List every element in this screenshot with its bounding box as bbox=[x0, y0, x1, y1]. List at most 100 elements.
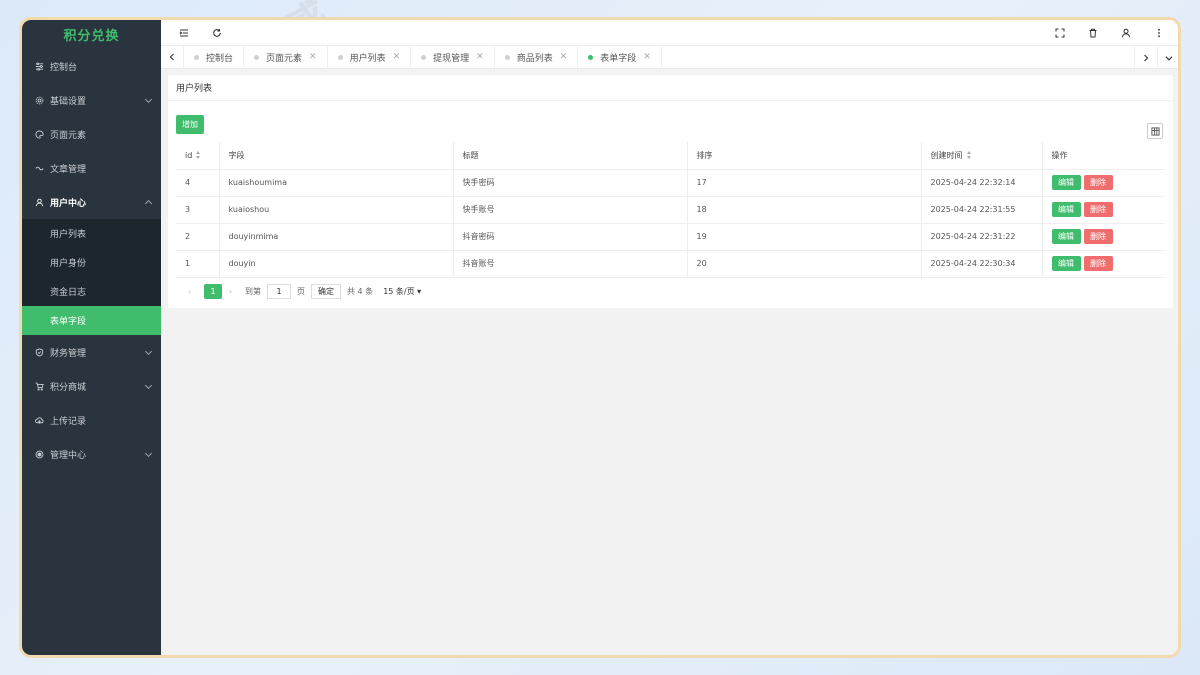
content-area: 用户列表 增加 id 字段 标题 排序 创建时间 操作 4 kuaishoumi… bbox=[161, 69, 1178, 314]
sidebar-item-label: 管理中心 bbox=[50, 450, 87, 461]
prev-page-icon[interactable]: ‹ bbox=[188, 287, 198, 296]
goto-page-input[interactable]: 1 bbox=[267, 283, 291, 299]
tab-dot bbox=[421, 54, 427, 60]
tab-withdrawal[interactable]: 提现管理 ✕ bbox=[411, 45, 495, 69]
edit-button[interactable]: 编辑 bbox=[1051, 202, 1081, 217]
sidebar-subitem-fund-log[interactable]: 资金日志 bbox=[22, 277, 161, 306]
columns-toggle-icon[interactable] bbox=[1147, 123, 1163, 139]
chevron-down-icon: ▾ bbox=[417, 286, 422, 296]
cell-actions: 编辑 删除 bbox=[1042, 223, 1165, 251]
tab-scroll-left-button[interactable] bbox=[161, 45, 184, 69]
sidebar-item-basic-settings[interactable]: 基础设置 bbox=[22, 83, 161, 117]
delete-button[interactable]: 删除 bbox=[1083, 175, 1113, 190]
close-icon[interactable]: ✕ bbox=[643, 52, 651, 62]
gear-icon bbox=[34, 95, 44, 105]
delete-button[interactable]: 删除 bbox=[1083, 256, 1113, 271]
sidebar-item-upload-records[interactable]: 上传记录 bbox=[22, 403, 161, 437]
cell-id: 2 bbox=[176, 223, 220, 251]
tab-label: 用户列表 bbox=[349, 53, 386, 64]
cell-title: 快手账号 bbox=[453, 196, 688, 224]
tab-label: 表单字段 bbox=[600, 53, 637, 64]
page-size-select[interactable]: 15 条/页 ▾ bbox=[383, 286, 421, 297]
sidebar-item-admin-center[interactable]: 管理中心 bbox=[22, 437, 161, 471]
tab-page-elements[interactable]: 页面元素 ✕ bbox=[244, 45, 328, 69]
tab-product-list[interactable]: 商品列表 ✕ bbox=[495, 45, 579, 69]
sidebar-item-label: 文章管理 bbox=[50, 164, 87, 175]
next-page-icon[interactable]: › bbox=[229, 287, 239, 296]
close-icon[interactable]: ✕ bbox=[393, 52, 401, 62]
sidebar-item-label: 用户中心 bbox=[50, 198, 87, 209]
tab-user-list[interactable]: 用户列表 ✕ bbox=[328, 45, 412, 69]
cloud-icon bbox=[34, 415, 44, 425]
shield-icon bbox=[34, 347, 44, 357]
cell-sort: 20 bbox=[687, 250, 922, 278]
refresh-icon[interactable] bbox=[210, 26, 224, 40]
tab-menu-chevron-down-icon[interactable] bbox=[1157, 46, 1178, 69]
fullscreen-icon[interactable] bbox=[1053, 26, 1067, 40]
edit-button[interactable]: 编辑 bbox=[1051, 256, 1081, 271]
cell-created: 2025-04-24 22:31:55 bbox=[921, 196, 1043, 224]
topbar-right-tools bbox=[1053, 26, 1166, 40]
close-icon[interactable]: ✕ bbox=[309, 52, 317, 62]
column-header-id[interactable]: id bbox=[176, 142, 220, 170]
sidebar-item-label: 财务管理 bbox=[50, 348, 87, 359]
tab-dot bbox=[504, 54, 510, 60]
close-icon[interactable]: ✕ bbox=[476, 52, 484, 62]
sidebar-item-label: 页面元素 bbox=[50, 130, 87, 141]
sidebar-subitem-user-identity[interactable]: 用户身份 bbox=[22, 248, 161, 277]
tab-dot bbox=[337, 54, 343, 60]
main-area: 控制台 页面元素 ✕ 用户列表 ✕ 提现管理 ✕ 商品列表 ✕ 表单字段 ✕ 用… bbox=[161, 20, 1178, 655]
card-body: 增加 id 字段 标题 排序 创建时间 操作 4 kuaishoumima 快手… bbox=[168, 101, 1173, 308]
tab-dashboard[interactable]: 控制台 bbox=[184, 45, 245, 69]
sidebar-item-articles[interactable]: 文章管理 bbox=[22, 151, 161, 185]
chevron-down-icon bbox=[144, 347, 153, 356]
sidebar-item-points-mall[interactable]: 积分商城 bbox=[22, 369, 161, 403]
sidebar-item-label: 积分商城 bbox=[50, 382, 87, 393]
more-icon[interactable] bbox=[1152, 26, 1166, 40]
sidebar-subitem-form-fields[interactable]: 表单字段 bbox=[22, 306, 161, 335]
tab-scroll-right-button[interactable] bbox=[1134, 46, 1157, 69]
tab-label: 控制台 bbox=[206, 53, 234, 64]
pagination: ‹ 1 › 到第 1 页 确定 共 4 条 15 条/页 ▾ bbox=[176, 283, 1165, 299]
cell-id: 1 bbox=[176, 250, 220, 278]
goto-prefix: 到第 bbox=[245, 286, 261, 296]
menu-fold-icon[interactable] bbox=[177, 26, 191, 40]
page-number-current[interactable]: 1 bbox=[204, 283, 222, 299]
palette-icon bbox=[34, 129, 44, 139]
delete-button[interactable]: 删除 bbox=[1083, 229, 1113, 244]
close-icon[interactable]: ✕ bbox=[560, 52, 568, 62]
cell-title: 快手密码 bbox=[453, 169, 688, 197]
trash-icon[interactable] bbox=[1086, 26, 1100, 40]
target-icon bbox=[34, 449, 44, 459]
chevron-down-icon bbox=[144, 449, 153, 458]
tab-form-fields[interactable]: 表单字段 ✕ bbox=[578, 45, 662, 69]
sort-icon[interactable] bbox=[966, 151, 972, 160]
edit-button[interactable]: 编辑 bbox=[1051, 175, 1081, 190]
sidebar-item-page-elements[interactable]: 页面元素 bbox=[22, 117, 161, 151]
sort-icon[interactable] bbox=[196, 151, 201, 160]
delete-button[interactable]: 删除 bbox=[1083, 202, 1113, 217]
edit-button[interactable]: 编辑 bbox=[1051, 229, 1081, 244]
sidebar-item-label: 基础设置 bbox=[50, 96, 87, 107]
goto-confirm-button[interactable]: 确定 bbox=[311, 283, 341, 299]
topbar bbox=[161, 20, 1178, 46]
column-header-title: 标题 bbox=[453, 142, 688, 170]
sidebar-item-user-center[interactable]: 用户中心 bbox=[22, 185, 161, 219]
add-button[interactable]: 增加 bbox=[176, 115, 204, 134]
total-count: 共 4 条 bbox=[347, 286, 374, 296]
cart-icon bbox=[34, 381, 44, 391]
chevron-up-icon bbox=[144, 199, 153, 208]
table-header-row: id 字段 标题 排序 创建时间 操作 bbox=[176, 142, 1165, 170]
sidebar-item-finance[interactable]: 财务管理 bbox=[22, 335, 161, 369]
sidebar-subitem-user-list[interactable]: 用户列表 bbox=[22, 219, 161, 248]
table-row: 3 kuaioshou 快手账号 18 2025-04-24 22:31:55 … bbox=[176, 196, 1165, 224]
column-header-created[interactable]: 创建时间 bbox=[921, 142, 1043, 170]
sidebar-item-dashboard[interactable]: 控制台 bbox=[22, 49, 161, 83]
link-icon bbox=[34, 163, 44, 173]
tab-label: 提现管理 bbox=[433, 53, 470, 64]
user-icon[interactable] bbox=[1119, 26, 1133, 40]
sliders-icon bbox=[34, 61, 44, 71]
cell-created: 2025-04-24 22:31:22 bbox=[921, 223, 1043, 251]
user-icon bbox=[34, 197, 44, 207]
submenu-user-center: 用户列表 用户身份 资金日志 表单字段 bbox=[22, 219, 161, 335]
